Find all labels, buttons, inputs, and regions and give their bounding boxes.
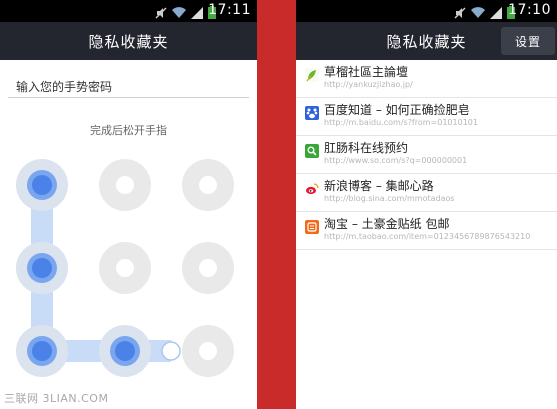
taobao-icon bbox=[305, 220, 319, 234]
status-time: 17:10 bbox=[508, 2, 551, 18]
pattern-dot-4[interactable] bbox=[16, 242, 68, 294]
bookmark-title: 淘宝 – 土豪金贴纸 包邮 bbox=[324, 217, 450, 231]
bookmark-url: http://blog.sina.com/mmotadaos bbox=[324, 194, 455, 203]
pattern-dot-7[interactable] bbox=[16, 325, 68, 377]
pattern-dot-9[interactable] bbox=[182, 325, 234, 377]
list-item[interactable]: 百度知道 – 如何正确捡肥皂 http://m.baidu.com/s?from… bbox=[296, 98, 557, 136]
bookmark-title: 新浪博客 – 集邮心路 bbox=[324, 179, 434, 193]
bookmark-url: http://yankuzjizhao.jp/ bbox=[324, 80, 413, 89]
pattern-dot-1[interactable] bbox=[16, 159, 68, 211]
bookmark-list: 草榴社區主論壇 http://yankuzjizhao.jp/ 百度知道 – 如… bbox=[296, 60, 557, 250]
pattern-dot-5[interactable] bbox=[99, 242, 151, 294]
weibo-icon bbox=[305, 182, 319, 196]
pattern-dot-6[interactable] bbox=[182, 242, 234, 294]
mute-icon bbox=[454, 4, 466, 23]
list-item[interactable]: 草榴社區主論壇 http://yankuzjizhao.jp/ bbox=[296, 60, 557, 98]
pattern-dot-3[interactable] bbox=[182, 159, 234, 211]
signal-icon bbox=[490, 4, 502, 23]
bookmark-url: http://m.taobao.com/item=012345678987654… bbox=[324, 232, 531, 241]
bookmark-title: 百度知道 – 如何正确捡肥皂 bbox=[324, 103, 470, 117]
bookmark-url: http://www.so.com/s?q=000000001 bbox=[324, 156, 468, 165]
status-bar: 17:10 bbox=[296, 0, 557, 22]
title-text: 隐私收藏夹 bbox=[386, 32, 467, 51]
wifi-icon bbox=[471, 4, 485, 23]
watermark: 三联网 3LIAN.COM bbox=[4, 392, 109, 405]
page-title: 隐私收藏夹 设置 bbox=[296, 22, 557, 60]
list-item[interactable]: 新浪博客 – 集邮心路 http://blog.sina.com/mmotada… bbox=[296, 174, 557, 212]
list-item[interactable]: 淘宝 – 土豪金贴纸 包邮 http://m.taobao.com/item=0… bbox=[296, 212, 557, 250]
bookmark-title: 草榴社區主論壇 bbox=[324, 65, 409, 79]
baidu-icon bbox=[305, 106, 319, 120]
pattern-dot-8[interactable] bbox=[99, 325, 151, 377]
list-item[interactable]: 肛肠科在线预约 http://www.so.com/s?q=000000001 bbox=[296, 136, 557, 174]
pattern-dot-2[interactable] bbox=[99, 159, 151, 211]
bookmark-url: http://m.baidu.com/s?from=01010101 bbox=[324, 118, 478, 127]
search-icon bbox=[305, 144, 319, 158]
gesture-password-screen: 17:11 隐私收藏夹 输入您的手势密码 完成后松开手指 bbox=[0, 0, 257, 409]
settings-button[interactable]: 设置 bbox=[501, 27, 555, 55]
leaf-icon bbox=[305, 68, 319, 82]
private-bookmarks-screen: 17:10 隐私收藏夹 设置 草榴社區主論壇 http://yankuzjizh… bbox=[296, 0, 557, 409]
bookmark-title: 肛肠科在线预约 bbox=[324, 141, 409, 155]
gesture-pattern-grid[interactable] bbox=[0, 0, 257, 409]
